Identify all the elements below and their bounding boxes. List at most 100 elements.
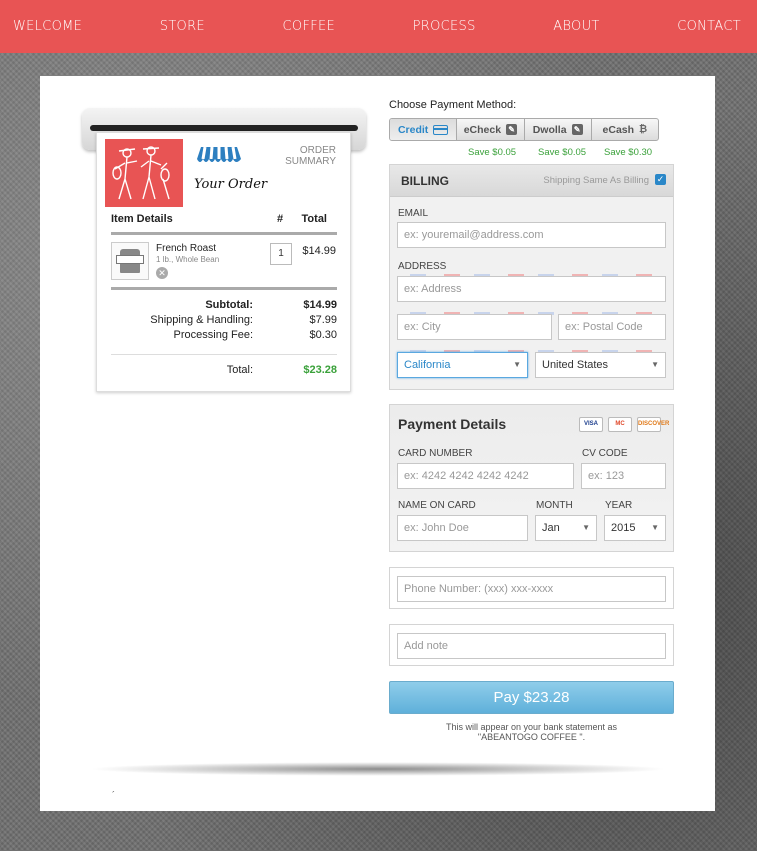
address-field[interactable]: ex: Address xyxy=(397,276,666,302)
nav-process[interactable]: PROCESS xyxy=(413,19,476,34)
name-on-card-field[interactable]: ex: John Doe xyxy=(397,515,528,541)
month-select[interactable]: Jan ▼ xyxy=(535,515,597,541)
chevron-down-icon: ▼ xyxy=(651,523,659,532)
statement-line2: "ABEANTOGO COFFEE ". xyxy=(477,732,586,742)
shipping-same-checkbox[interactable]: ✓ xyxy=(655,174,666,185)
product-name: French Roast xyxy=(156,243,217,254)
echeck-savings: Save $0.05 xyxy=(468,147,517,158)
order-summary-label: ORDER SUMMARY xyxy=(276,145,336,167)
payment-method-tabs: Credit eCheck ✎ Dwolla ✎ eCash ₿ xyxy=(389,118,659,141)
city-field[interactable]: ex: City xyxy=(397,314,552,340)
pay-button[interactable]: Pay $23.28 xyxy=(389,681,674,714)
remove-item-icon[interactable]: ✕ xyxy=(156,267,168,279)
product-price: $14.99 xyxy=(302,245,336,257)
discover-icon: DISCOVER xyxy=(637,417,669,432)
visa-icon: VISA xyxy=(579,417,603,432)
order-summary-line1: ORDER xyxy=(299,145,336,156)
product-description: 1 lb., Whole Bean xyxy=(156,255,220,264)
year-select[interactable]: 2015 ▼ xyxy=(604,515,666,541)
top-nav: WELCOME STORE COFFEE PROCESS ABOUT CONTA… xyxy=(0,0,757,53)
tab-echeck-label: eCheck xyxy=(463,123,502,136)
nav-about[interactable]: ABOUT xyxy=(553,19,599,34)
billing-title: BILLING xyxy=(401,174,449,188)
name-on-card-label: NAME ON CARD xyxy=(398,500,476,511)
year-label: YEAR xyxy=(605,500,633,511)
card-logos: VISA MC DISCOVER xyxy=(579,417,669,432)
address-label: ADDRESS xyxy=(398,261,447,272)
nav-welcome[interactable]: WELCOME xyxy=(13,19,82,34)
stray-mark: ´ xyxy=(112,790,115,800)
bag-label xyxy=(116,255,144,264)
email-label: EMAIL xyxy=(398,208,429,219)
receipt-divider xyxy=(111,287,337,290)
country-select[interactable]: United States ▼ xyxy=(535,352,666,378)
order-summary-line2: SUMMARY xyxy=(285,156,336,167)
statement-note: This will appear on your bank statement … xyxy=(389,722,674,742)
choose-payment-label: Choose Payment Method: xyxy=(389,99,517,111)
year-value: 2015 xyxy=(611,522,636,534)
payment-details-title: Payment Details xyxy=(398,416,507,432)
receipt-divider-thin xyxy=(111,354,337,355)
billing-header: BILLING Shipping Same As Billing ✓ xyxy=(390,165,673,197)
tab-echeck[interactable]: eCheck ✎ xyxy=(457,119,525,140)
tab-credit-label: Credit xyxy=(397,123,429,136)
mastercard-icon: MC xyxy=(608,417,632,432)
billing-section: BILLING Shipping Same As Billing ✓ EMAIL… xyxy=(389,164,674,390)
phone-field[interactable]: Phone Number: (xxx) xxx-xxxx xyxy=(397,576,666,602)
state-value: California xyxy=(404,359,451,371)
shipping-value: $7.99 xyxy=(309,314,337,326)
your-order-title: Your Order xyxy=(194,177,268,192)
month-label: MONTH xyxy=(536,500,573,511)
state-select[interactable]: California ▼ xyxy=(397,352,528,378)
brand-logo xyxy=(105,139,183,207)
bitcoin-icon: ₿ xyxy=(639,123,648,135)
coffee-pickers-icon xyxy=(112,146,170,200)
payment-details-section: Payment Details VISA MC DISCOVER CARD NU… xyxy=(389,404,674,552)
header-item-details: Item Details xyxy=(111,213,173,225)
credit-card-icon xyxy=(433,124,449,135)
order-receipt: Your Order ORDER SUMMARY Item Details # … xyxy=(96,132,351,392)
cv-code-label: CV CODE xyxy=(582,448,628,459)
chevron-down-icon: ▼ xyxy=(651,360,659,369)
note-section: Add note xyxy=(389,624,674,666)
store-awning-icon xyxy=(197,146,241,162)
nav-coffee[interactable]: COFFEE xyxy=(283,19,336,34)
chevron-down-icon: ▼ xyxy=(582,523,590,532)
fee-value: $0.30 xyxy=(309,329,337,341)
chevron-down-icon: ▼ xyxy=(513,360,521,369)
month-value: Jan xyxy=(542,522,560,534)
header-qty: # xyxy=(277,213,284,225)
shipping-label: Shipping & Handling: xyxy=(150,314,253,326)
tab-ecash[interactable]: eCash ₿ xyxy=(592,119,658,140)
nav-contact[interactable]: CONTACT xyxy=(677,19,741,34)
tab-dwolla[interactable]: Dwolla ✎ xyxy=(525,119,592,140)
card-number-field[interactable]: ex: 4242 4242 4242 4242 xyxy=(397,463,574,489)
dwolla-icon: ✎ xyxy=(571,124,583,135)
ecash-savings: Save $0.30 xyxy=(604,147,653,158)
tab-credit[interactable]: Credit xyxy=(390,119,458,140)
note-field[interactable]: Add note xyxy=(397,633,666,659)
postal-code-field[interactable]: ex: Postal Code xyxy=(558,314,666,340)
printer-slot xyxy=(90,125,358,131)
product-thumbnail xyxy=(111,242,149,280)
subtotal-value: $14.99 xyxy=(303,299,337,311)
header-total: Total xyxy=(301,213,327,225)
quantity-input[interactable]: 1 xyxy=(270,243,292,265)
tab-ecash-label: eCash xyxy=(602,123,635,136)
subtotal-label: Subtotal: xyxy=(205,299,253,311)
card-number-label: CARD NUMBER xyxy=(398,448,473,459)
dwolla-savings: Save $0.05 xyxy=(538,147,587,158)
tab-dwolla-label: Dwolla xyxy=(532,123,567,136)
nav-store[interactable]: STORE xyxy=(160,19,205,34)
statement-line1: This will appear on your bank statement … xyxy=(445,722,618,732)
panel-shadow xyxy=(88,762,668,776)
cv-code-field[interactable]: ex: 123 xyxy=(581,463,666,489)
fee-label: Processing Fee: xyxy=(173,329,253,341)
country-value: United States xyxy=(542,359,609,371)
total-label: Total: xyxy=(226,364,253,376)
email-field[interactable]: ex: youremail@address.com xyxy=(397,222,666,248)
check-icon: ✎ xyxy=(506,124,518,135)
shipping-same-label: Shipping Same As Billing xyxy=(543,175,649,186)
total-value: $23.28 xyxy=(303,364,337,376)
receipt-header-row: Item Details # Total xyxy=(111,213,337,235)
